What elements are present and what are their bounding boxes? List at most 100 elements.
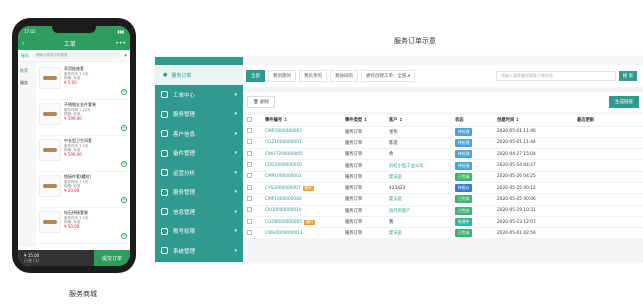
sidebar-item[interactable]: 服务管理 ▾	[155, 105, 243, 125]
customer-name[interactable]: 海河的客户	[389, 209, 410, 214]
customer-name[interactable]: 夏法庭	[389, 197, 402, 202]
product-shape	[43, 220, 57, 224]
row-checkbox[interactable]	[247, 184, 252, 190]
product-item[interactable]: 锁接件套(螺纹) 服务时间 3-5天 规格: 标准 ¥ 20.00 +	[39, 172, 127, 208]
created-time: 2020-04-27 15:04	[493, 148, 573, 161]
sidebar-item[interactable]: 服务管理 ▾	[155, 183, 243, 203]
sidebar-item[interactable]: 工单中心 ▾	[155, 85, 243, 105]
product-item[interactable]: 中长型卫生间套 服务时间 3-5天 规格: 标准 ¥ 599.00 +	[39, 136, 127, 172]
sidebar-item-service-order[interactable]: ● 服务订单	[155, 65, 243, 85]
signal-icon: ▮▮▮	[117, 28, 124, 34]
table-row[interactable]: CGD0000000005 超时 服务订单我 处理中 2020-05-13 12:07	[243, 216, 643, 229]
tab-created[interactable]: 我创建的	[268, 70, 296, 82]
customer-name[interactable]: 彩虹小鱼工业公司	[389, 164, 423, 169]
delete-button[interactable]: 🗑 删除	[247, 96, 276, 108]
customer-name[interactable]: 夏法庭	[389, 231, 402, 236]
order-id-link[interactable]: CDD1000000010	[265, 163, 302, 168]
row-checkbox[interactable]	[247, 150, 252, 156]
row-checkbox[interactable]	[247, 173, 252, 179]
sidebar-nav: 工单中心 ▾ 服务管理 ▾ 客户信息 ▾ 备件管理 ▾ 运营分析 ▾ 服务管理 ▾ 信息管理 ▾ 账号权限 ▾…	[155, 85, 243, 261]
product-item[interactable]: 不锈钢五金件套装 服务时间 7-10天 规格: 标准 ¥ 599.00 +	[39, 100, 127, 136]
back-icon[interactable]: ‹	[22, 40, 24, 47]
table-row[interactable]: CDD1000000010 服务订单 彩虹小鱼工业公司 待处理 2020-05-14 0…	[243, 159, 643, 172]
row-checkbox[interactable]	[247, 195, 252, 201]
table-row[interactable]: CYS2000000007 超时 服务订单 423423 待报价 2020-05-25 0…	[243, 182, 643, 195]
sidebar-item[interactable]: 账号权限 ▾	[155, 222, 243, 242]
order-id-link[interactable]: CYS2000000007	[265, 186, 301, 191]
generate-link-button[interactable]: 生成链接	[609, 96, 639, 108]
order-id-link[interactable]: CWH7200000005	[265, 152, 303, 157]
add-icon[interactable]: +	[121, 233, 127, 239]
row-checkbox[interactable]	[247, 162, 252, 168]
table-row[interactable]: CMR1000000003 服务订单 张伟 待处理 2020-05-01 11:46	[243, 126, 643, 138]
search-button[interactable]: 搜 索	[619, 71, 637, 81]
row-checkbox[interactable]	[247, 218, 252, 224]
submit-order-button[interactable]: 提交订单	[94, 250, 130, 266]
more-icon[interactable]: •••	[115, 40, 126, 47]
order-id-link[interactable]: CMP1000000040	[265, 197, 302, 202]
select-all-checkbox[interactable]	[247, 116, 252, 122]
product-item[interactable]: 家用插座套 服务时间 3-5天 规格: 标准 ¥ 5.00 +	[39, 64, 127, 100]
table-row[interactable]: CMP1000000001 服务订单 夏法庭 已完成 2020-05-26 04:25	[243, 171, 643, 183]
order-id-link[interactable]: CGZ1000000001	[265, 140, 302, 145]
add-icon[interactable]: +	[121, 125, 127, 131]
col-status: 状态	[451, 115, 493, 127]
add-icon[interactable]: +	[121, 197, 127, 203]
add-icon[interactable]: +	[121, 89, 127, 95]
product-item[interactable]: 钻石拼接套装 服务时间 3-5天 规格: 标准 ¥ 50.00 +	[39, 208, 127, 244]
sidebar-item[interactable]: 备件管理 ▾	[155, 144, 243, 164]
table-row[interactable]: CGZ1000000001 服务订单 陈莲 待处理 2020-05-01 11:44	[243, 137, 643, 150]
product-info: 锁接件套(螺纹) 服务时间 3-5天 规格: 标准 ¥ 20.00	[64, 174, 118, 207]
delete-label: 删除	[260, 100, 270, 105]
tab-responsible[interactable]: 我负责的	[299, 70, 327, 82]
row-checkbox[interactable]	[247, 207, 252, 213]
col-id[interactable]: 事件编号 ↕	[261, 115, 341, 127]
table-row[interactable]: CWH0000000011 服务订单 夏法庭 已完成 2020-05-01 02:56	[243, 227, 643, 240]
tab-all[interactable]: 全部	[246, 70, 265, 82]
product-image	[39, 139, 61, 161]
category-item[interactable]: 服务	[18, 77, 36, 89]
phone-search-input[interactable]: 请输入服务名称搜索	[32, 52, 122, 59]
col-customer[interactable]: 客户 ↕	[385, 115, 451, 127]
product-info: 钻石拼接套装 服务时间 3-5天 规格: 标准 ¥ 50.00	[64, 210, 118, 243]
row-checkbox[interactable]	[247, 139, 252, 145]
sidebar-item[interactable]: 信息管理 ▾	[155, 202, 243, 222]
created-time: 2020-05-01 02:56	[493, 227, 573, 240]
sidebar-item-label: 客户信息	[173, 131, 196, 138]
order-id-link[interactable]: CGD0000000005	[265, 220, 302, 225]
sidebar-item[interactable]: 运营分析 ▾	[155, 163, 243, 183]
search-tag[interactable]: 服务	[21, 53, 29, 59]
category-item[interactable]: 推荐	[18, 65, 36, 77]
status-badge: 已完成	[455, 206, 473, 215]
chevron-down-icon: ▾	[234, 91, 237, 98]
sidebar-item[interactable]: 客户信息 ▾	[155, 124, 243, 144]
col-updated[interactable]: 最近更新	[573, 115, 643, 127]
col-created[interactable]: 创建时间 ↕	[493, 115, 573, 127]
sidebar-item-label: 服务管理	[173, 190, 196, 197]
analysis-icon	[161, 169, 168, 177]
order-search-input[interactable]: 请输入事件编号搜索订单信息	[496, 71, 616, 81]
row-checkbox[interactable]	[247, 229, 252, 235]
order-id-link[interactable]: CMR1000000003	[265, 129, 302, 134]
service-icon	[161, 110, 168, 118]
order-id-link[interactable]: CWH0000000011	[265, 231, 303, 236]
table-row[interactable]: CMP1000000040 服务订单 夏法庭 已完成 2020-05-25 00:06	[243, 193, 643, 206]
order-id-link[interactable]: CMP1000000001	[265, 174, 302, 179]
updated-time	[573, 126, 643, 138]
tab-collaborate[interactable]: 我协同的	[330, 70, 358, 82]
sidebar-item-label: 信息管理	[173, 209, 196, 216]
customer-name[interactable]: 夏法庭	[389, 175, 402, 180]
customer-name: 我	[389, 220, 394, 226]
row-checkbox[interactable]	[247, 128, 252, 134]
add-icon[interactable]: +	[121, 161, 127, 167]
product-info: 家用插座套 服务时间 3-5天 规格: 标准 ¥ 5.00	[64, 66, 118, 99]
creator-filter-select[interactable]: 委托创建工单：全部 ▾	[361, 70, 416, 82]
table-row[interactable]: CWH7200000005 服务订单余 待处理 2020-04-27 15:04	[243, 148, 643, 161]
table-row[interactable]: CKQ0000000010 服务订单 海河的客户 已完成 2020-05-19 10:3…	[243, 205, 643, 217]
updated-time	[573, 148, 643, 161]
updated-time	[573, 205, 643, 217]
col-type[interactable]: 事件类型 ↕	[341, 115, 385, 127]
sidebar-item[interactable]: 系统管理 ▾	[155, 241, 243, 261]
order-id-link[interactable]: CKQ0000000010	[265, 208, 302, 213]
filter-icon[interactable]: ▾	[124, 53, 127, 59]
